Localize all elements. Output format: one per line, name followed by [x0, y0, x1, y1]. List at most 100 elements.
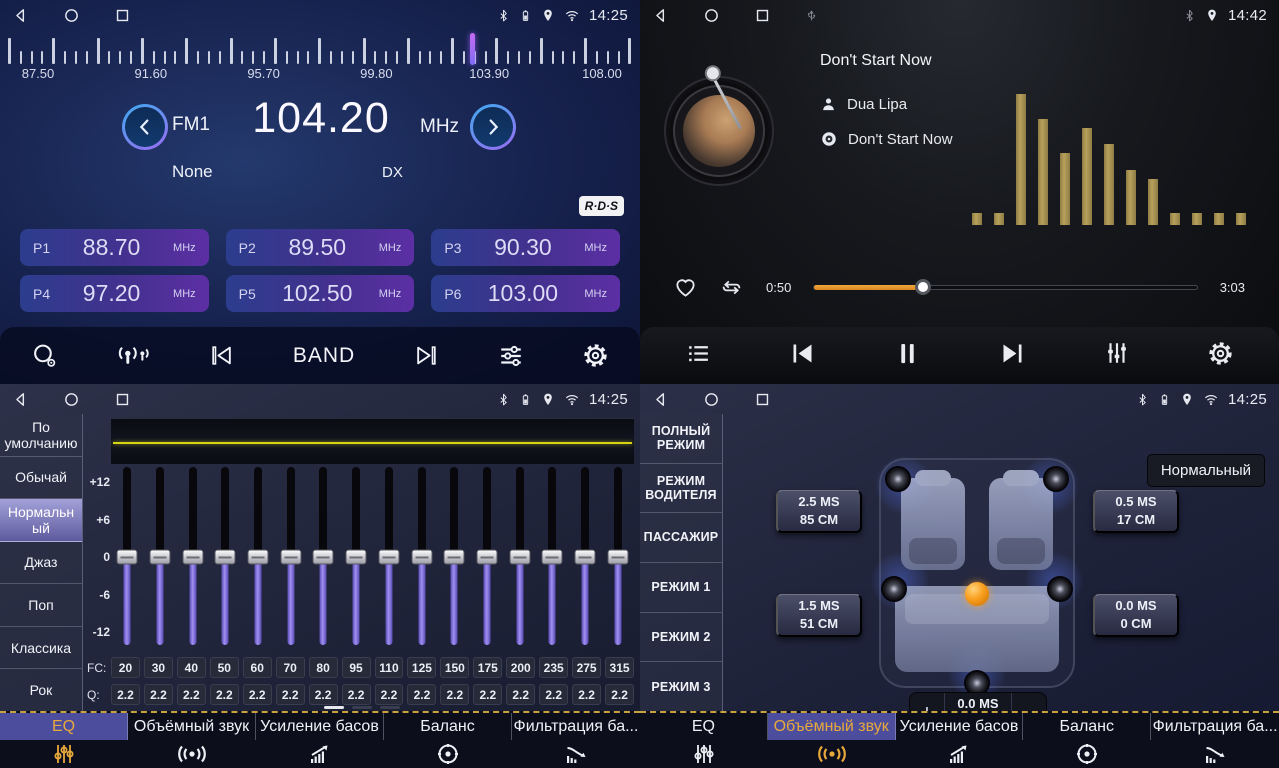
rear-left-delay-button[interactable]: 1.5 MS 51 CM — [776, 594, 862, 637]
previous-track-button[interactable] — [789, 340, 816, 372]
eq-band-slider[interactable] — [111, 467, 144, 647]
q-value-box[interactable]: 2.2 — [276, 684, 305, 705]
listening-position-marker[interactable] — [965, 582, 989, 606]
settings-button[interactable] — [583, 343, 608, 368]
slider-knob[interactable] — [574, 550, 595, 565]
back-icon[interactable] — [12, 7, 29, 24]
q-value-box[interactable]: 2.2 — [210, 684, 239, 705]
pause-button[interactable] — [894, 340, 921, 372]
eq-band-slider[interactable] — [176, 467, 209, 647]
radio-preset-button[interactable]: P6 103.00 MHz — [431, 275, 620, 312]
slider-knob[interactable] — [248, 550, 269, 565]
eq-preset-item[interactable]: Нормальный — [0, 499, 82, 542]
q-value-box[interactable]: 2.2 — [111, 684, 140, 705]
slider-knob[interactable] — [509, 550, 530, 565]
slider-knob[interactable] — [117, 550, 138, 565]
home-icon[interactable] — [63, 391, 80, 408]
tab-balance[interactable]: Баланс — [384, 713, 512, 768]
recents-icon[interactable] — [754, 391, 771, 408]
recents-icon[interactable] — [114, 7, 131, 24]
slider-knob[interactable] — [542, 550, 563, 565]
seek-down-button[interactable] — [122, 104, 168, 150]
slider-knob[interactable] — [313, 550, 334, 565]
settings-button[interactable] — [1208, 341, 1233, 371]
eq-band-slider[interactable] — [144, 467, 177, 647]
fc-value-box[interactable]: 95 — [342, 657, 371, 678]
eq-preset-item[interactable]: Обычай — [0, 457, 82, 500]
q-value-box[interactable]: 2.2 — [243, 684, 272, 705]
seek-bar-thumb[interactable] — [915, 279, 931, 295]
back-icon[interactable] — [652, 7, 669, 24]
q-value-box[interactable]: 2.2 — [407, 684, 436, 705]
fc-value-box[interactable]: 315 — [605, 657, 634, 678]
next-station-button[interactable] — [414, 343, 439, 368]
tab-surround[interactable]: Объёмный звук — [128, 713, 256, 768]
fc-value-box[interactable]: 30 — [144, 657, 173, 678]
slider-knob[interactable] — [607, 550, 628, 565]
listening-mode-item[interactable]: РЕЖИМ 2 — [640, 613, 722, 663]
fc-value-box[interactable]: 150 — [440, 657, 469, 678]
slider-knob[interactable] — [150, 550, 171, 565]
q-value-box[interactable]: 2.2 — [572, 684, 601, 705]
eq-preset-item[interactable]: Джаз — [0, 542, 82, 585]
tab-eq[interactable]: EQ — [0, 713, 128, 768]
eq-band-slider[interactable] — [503, 467, 536, 647]
front-left-delay-button[interactable]: 2.5 MS 85 CM — [776, 490, 862, 533]
eq-band-slider[interactable] — [601, 467, 634, 647]
fc-value-box[interactable]: 40 — [177, 657, 206, 678]
q-value-box[interactable]: 2.2 — [342, 684, 371, 705]
q-value-box[interactable]: 2.2 — [177, 684, 206, 705]
eq-band-slider[interactable] — [274, 467, 307, 647]
album-art-vinyl[interactable] — [666, 78, 772, 184]
eq-preset-item[interactable]: Рок — [0, 669, 82, 711]
fc-value-box[interactable]: 200 — [506, 657, 535, 678]
q-value-box[interactable]: 2.2 — [605, 684, 634, 705]
front-right-delay-button[interactable]: 0.5 MS 17 CM — [1093, 490, 1179, 533]
playlist-button[interactable] — [686, 341, 711, 371]
rear-right-delay-button[interactable]: 0.0 MS 0 CM — [1093, 594, 1179, 637]
eq-band-slider[interactable] — [569, 467, 602, 647]
eq-band-slider[interactable] — [405, 467, 438, 647]
listening-mode-item[interactable]: РЕЖИМ 3 — [640, 662, 722, 711]
back-icon[interactable] — [12, 391, 29, 408]
eq-preset-item[interactable]: Классика — [0, 627, 82, 670]
fc-value-box[interactable]: 275 — [572, 657, 601, 678]
fc-value-box[interactable]: 60 — [243, 657, 272, 678]
back-icon[interactable] — [652, 391, 669, 408]
listening-mode-item[interactable]: ПАССАЖИР — [640, 513, 722, 563]
previous-station-button[interactable] — [209, 343, 234, 368]
radio-preset-button[interactable]: P5 102.50 MHz — [226, 275, 415, 312]
eq-band-slider[interactable] — [536, 467, 569, 647]
eq-preset-item[interactable]: Поп — [0, 584, 82, 627]
home-icon[interactable] — [63, 7, 80, 24]
repeat-icon[interactable] — [719, 276, 744, 299]
eq-band-slider[interactable] — [307, 467, 340, 647]
q-value-box[interactable]: 2.2 — [440, 684, 469, 705]
home-icon[interactable] — [703, 391, 720, 408]
tab-bass-boost[interactable]: Усиление басов — [896, 713, 1024, 768]
eq-band-slider[interactable] — [340, 467, 373, 647]
tab-eq[interactable]: EQ — [640, 713, 768, 768]
band-button[interactable]: BAND — [293, 344, 355, 368]
audio-settings-button[interactable] — [498, 343, 524, 369]
tab-surround[interactable]: Объёмный звук — [768, 713, 896, 768]
listening-mode-item[interactable]: РЕЖИМ ВОДИТЕЛЯ — [640, 464, 722, 514]
listening-mode-item[interactable]: РЕЖИМ 1 — [640, 563, 722, 613]
sound-profile-button[interactable]: Нормальный — [1147, 454, 1265, 487]
fc-value-box[interactable]: 110 — [375, 657, 404, 678]
recents-icon[interactable] — [114, 391, 131, 408]
slider-knob[interactable] — [476, 550, 497, 565]
tab-bass-boost[interactable]: Усиление басов — [256, 713, 384, 768]
q-value-box[interactable]: 2.2 — [144, 684, 173, 705]
listening-mode-item[interactable]: ПОЛНЫЙ РЕЖИМ — [640, 414, 722, 464]
slider-knob[interactable] — [280, 550, 301, 565]
q-value-box[interactable]: 2.2 — [473, 684, 502, 705]
dx-local-button[interactable] — [116, 343, 150, 368]
fc-value-box[interactable]: 70 — [276, 657, 305, 678]
q-value-box[interactable]: 2.2 — [506, 684, 535, 705]
fc-value-box[interactable]: 125 — [407, 657, 436, 678]
tab-filtering[interactable]: Фильтрация ба... — [512, 713, 640, 768]
fc-value-box[interactable]: 235 — [539, 657, 568, 678]
slider-knob[interactable] — [215, 550, 236, 565]
fc-value-box[interactable]: 20 — [111, 657, 140, 678]
